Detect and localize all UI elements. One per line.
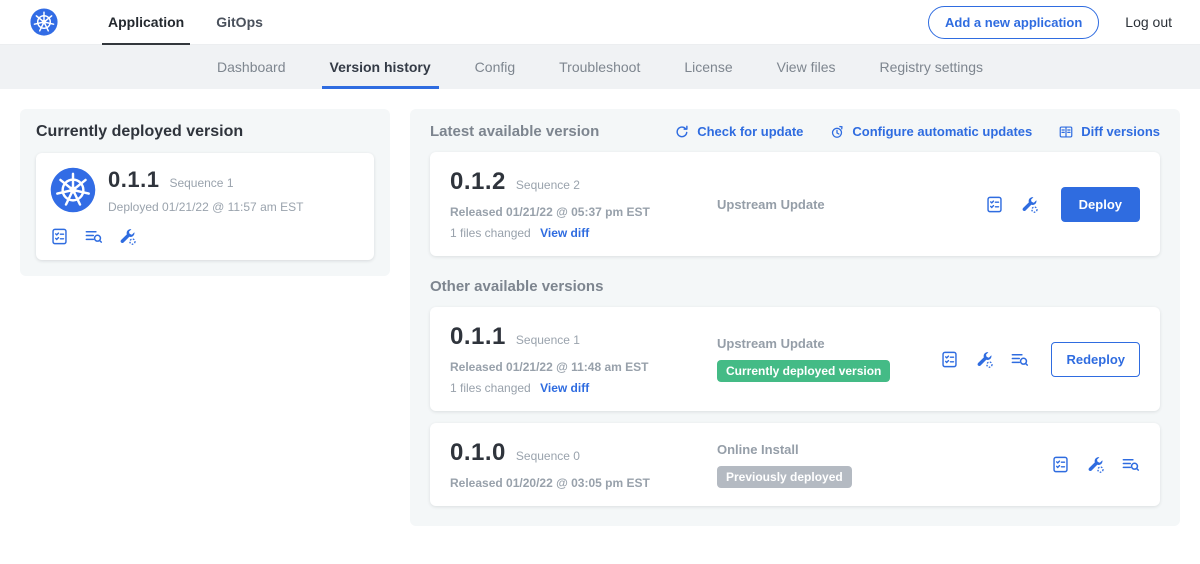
view-diff-link[interactable]: View diff: [540, 226, 589, 240]
configure-automatic-updates-button[interactable]: Configure automatic updates: [829, 124, 1032, 140]
tab-version-history[interactable]: Version history: [308, 45, 453, 89]
add-application-button[interactable]: Add a new application: [928, 6, 1099, 39]
release-notes-icon[interactable]: [1051, 455, 1070, 474]
version-history-actions: Check for update Configure automatic upd…: [674, 124, 1160, 140]
tab-config[interactable]: Config: [453, 45, 537, 89]
version-info: 0.1.2 Sequence 2 Released 01/21/22 @ 05:…: [450, 168, 705, 240]
main-content: Currently deployed version 0.1.1 Sequenc…: [0, 89, 1200, 546]
version-source-cell: Online Install Previously deployed: [705, 442, 1051, 488]
version-row-0-1-1: 0.1.1 Sequence 1 Released 01/21/22 @ 11:…: [430, 307, 1160, 411]
check-for-update-button[interactable]: Check for update: [674, 124, 803, 140]
tab-dashboard[interactable]: Dashboard: [195, 45, 308, 89]
currently-deployed-badge: Currently deployed version: [717, 360, 890, 382]
tab-registry-settings[interactable]: Registry settings: [858, 45, 1005, 89]
sequence-label: Sequence 0: [516, 449, 580, 463]
refresh-icon: [674, 124, 690, 140]
deploy-logs-icon[interactable]: [84, 227, 103, 246]
app-nav: Application GitOps: [92, 0, 279, 45]
version-history-header: Latest available version Check for updat…: [430, 123, 1160, 140]
top-bar-right: Add a new application Log out: [928, 6, 1172, 39]
version-number: 0.1.2: [450, 168, 506, 196]
currently-deployed-panel: Currently deployed version 0.1.1 Sequenc…: [20, 109, 390, 276]
clock-update-icon: [829, 124, 845, 140]
kubernetes-logo-icon: [30, 8, 58, 36]
sequence-label: Sequence 1: [516, 333, 580, 347]
deploy-button[interactable]: Deploy: [1061, 187, 1140, 222]
version-history-panel: Latest available version Check for updat…: [410, 109, 1180, 526]
released-date: Released 01/21/22 @ 05:37 pm EST: [450, 205, 705, 219]
deployed-version-number: 0.1.1: [108, 167, 159, 193]
tab-license[interactable]: License: [662, 45, 754, 89]
version-info: 0.1.1 Sequence 1 Released 01/21/22 @ 11:…: [450, 323, 705, 395]
diff-icon: [1058, 124, 1074, 140]
release-notes-icon[interactable]: [50, 227, 69, 246]
deployed-actions: [50, 227, 360, 246]
version-number: 0.1.1: [450, 323, 506, 351]
version-actions: Redeploy: [940, 342, 1140, 377]
config-icon[interactable]: [118, 227, 137, 246]
previously-deployed-badge: Previously deployed: [717, 466, 852, 488]
diff-versions-button[interactable]: Diff versions: [1058, 124, 1160, 140]
other-versions-title: Other available versions: [430, 278, 1160, 295]
release-notes-icon[interactable]: [985, 195, 1004, 214]
files-changed-label: 1 files changed: [450, 381, 531, 395]
version-info: 0.1.0 Sequence 0 Released 01/20/22 @ 03:…: [450, 439, 705, 490]
view-diff-link[interactable]: View diff: [540, 381, 589, 395]
released-date: Released 01/21/22 @ 11:48 am EST: [450, 360, 705, 374]
check-for-update-label: Check for update: [697, 124, 803, 139]
version-source: Upstream Update: [717, 336, 928, 351]
deployed-panel-title: Currently deployed version: [36, 123, 374, 141]
app-logo-icon: [50, 167, 96, 213]
version-number: 0.1.0: [450, 439, 506, 467]
top-bar: Application GitOps Add a new application…: [0, 0, 1200, 45]
version-source: Upstream Update: [717, 197, 973, 212]
config-icon[interactable]: [1086, 455, 1105, 474]
config-icon[interactable]: [975, 350, 994, 369]
version-actions: [1051, 455, 1140, 474]
console-subnav: Dashboard Version history Config Trouble…: [0, 45, 1200, 89]
tab-application[interactable]: Application: [92, 0, 200, 45]
redeploy-button[interactable]: Redeploy: [1051, 342, 1140, 377]
files-changed-label: 1 files changed: [450, 226, 531, 240]
version-source-cell: Upstream Update: [705, 197, 985, 212]
tab-gitops[interactable]: GitOps: [200, 0, 279, 45]
configure-automatic-updates-label: Configure automatic updates: [852, 124, 1032, 139]
latest-available-title: Latest available version: [430, 123, 599, 140]
diff-versions-label: Diff versions: [1081, 124, 1160, 139]
deploy-logs-icon[interactable]: [1121, 455, 1140, 474]
version-source-cell: Upstream Update Currently deployed versi…: [705, 336, 940, 382]
deployed-sequence-label: Sequence 1: [169, 176, 233, 190]
release-notes-icon[interactable]: [940, 350, 959, 369]
deploy-logs-icon[interactable]: [1010, 350, 1029, 369]
version-source: Online Install: [717, 442, 1039, 457]
config-icon[interactable]: [1020, 195, 1039, 214]
version-row-0-1-2: 0.1.2 Sequence 2 Released 01/21/22 @ 05:…: [430, 152, 1160, 256]
deployed-version-card: 0.1.1 Sequence 1 Deployed 01/21/22 @ 11:…: [36, 153, 374, 260]
version-row-0-1-0: 0.1.0 Sequence 0 Released 01/20/22 @ 03:…: [430, 423, 1160, 506]
deployed-date: Deployed 01/21/22 @ 11:57 am EST: [108, 200, 303, 214]
version-actions: Deploy: [985, 187, 1140, 222]
tab-troubleshoot[interactable]: Troubleshoot: [537, 45, 662, 89]
sequence-label: Sequence 2: [516, 178, 580, 192]
released-date: Released 01/20/22 @ 03:05 pm EST: [450, 476, 705, 490]
logout-link[interactable]: Log out: [1125, 14, 1172, 30]
deployed-version-summary: 0.1.1 Sequence 1 Deployed 01/21/22 @ 11:…: [50, 167, 360, 214]
tab-view-files[interactable]: View files: [755, 45, 858, 89]
